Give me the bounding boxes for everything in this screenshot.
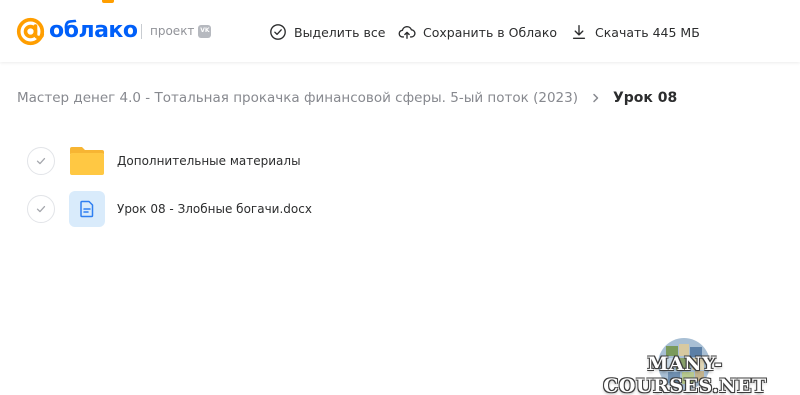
file-list-item[interactable]: Урок 08 - Злобные богачи.docx	[27, 191, 312, 227]
chevron-right-icon	[593, 93, 599, 103]
breadcrumb: Мастер денег 4.0 - Тотальная прокачка фи…	[17, 88, 677, 108]
breadcrumb-current: Урок 08	[612, 90, 678, 106]
save-to-cloud-button[interactable]: Сохранить в Облако	[398, 21, 557, 43]
select-checkbox[interactable]	[27, 195, 55, 223]
header: облако проект VK Выделить все Сохранить …	[0, 0, 800, 62]
logo-divider	[141, 24, 142, 39]
file-name: Дополнительные материалы	[117, 154, 301, 168]
logo[interactable]: облако	[16, 15, 138, 47]
check-circle-icon	[270, 24, 286, 40]
file-list-item[interactable]: Дополнительные материалы	[27, 143, 301, 179]
download-icon	[572, 25, 586, 39]
project-label: проект VK	[150, 23, 212, 39]
file-name: Урок 08 - Злобные богачи.docx	[117, 202, 312, 216]
download-button[interactable]: Скачать 445 МБ	[570, 21, 700, 43]
project-label-text: проект	[150, 24, 195, 38]
watermark-text: MANY-COURSES.NET	[603, 353, 767, 395]
watermark: MANY-COURSES.NET	[580, 336, 790, 395]
select-all-button[interactable]: Выделить все	[269, 21, 385, 43]
folder-icon	[70, 147, 104, 175]
select-checkbox[interactable]	[27, 147, 55, 175]
download-label: Скачать 445 МБ	[595, 24, 700, 40]
logo-text: облако	[49, 18, 138, 43]
top-accent-bar	[102, 0, 114, 3]
folder-thumbnail	[69, 143, 105, 179]
vk-icon: VK	[198, 24, 212, 38]
document-icon	[80, 200, 94, 218]
cloud-upload-icon	[398, 26, 416, 39]
breadcrumb-parent-link[interactable]: Мастер денег 4.0 - Тотальная прокачка фи…	[17, 90, 578, 106]
at-sign-logo-icon	[16, 17, 45, 45]
save-to-cloud-label: Сохранить в Облако	[423, 24, 558, 40]
document-thumbnail	[69, 191, 105, 227]
select-all-label: Выделить все	[294, 24, 386, 40]
checkmark-icon	[36, 205, 46, 213]
checkmark-icon	[36, 157, 46, 165]
